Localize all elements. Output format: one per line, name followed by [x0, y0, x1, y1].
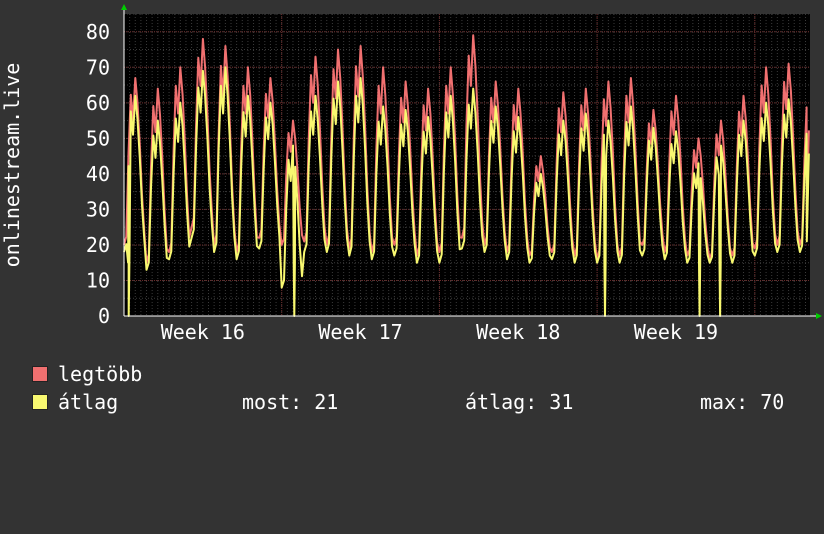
x-tick-label: Week 18	[476, 320, 560, 340]
y-axis-label: onlinestream.live	[0, 63, 24, 268]
stat-now: most: 21	[242, 390, 339, 414]
x-tick-label: Week 16	[161, 320, 245, 340]
stat-average: átlag: 31	[465, 390, 574, 414]
x-tick-label: Week 19	[634, 320, 718, 340]
y-tick-label: 70	[86, 55, 110, 79]
chart: 0 10 20 30 40 50 60 70 80 Week 16 Week 17 Week 18 We…	[0, 4, 822, 340]
y-tick-label: 0	[98, 304, 110, 328]
stat-max: max: 70	[700, 390, 785, 414]
legend-label-max: legtöbb	[58, 362, 143, 386]
y-axis-arrow-icon	[121, 4, 127, 10]
y-tick-label: 30	[86, 197, 110, 221]
legend-item-avg: átlag most: 21 átlag: 31 max: 70	[32, 390, 802, 414]
y-tick-label: 20	[86, 233, 110, 257]
x-tick-label: Week 17	[318, 320, 402, 340]
legend-label-avg: átlag	[58, 390, 119, 414]
y-tick-label: 80	[86, 20, 110, 44]
y-tick-label: 40	[86, 162, 110, 186]
legend-swatch-max	[32, 366, 48, 382]
y-tick-label: 10	[86, 268, 110, 292]
legend-swatch-avg	[32, 394, 48, 410]
legend-item-max: legtöbb	[32, 362, 142, 386]
y-tick-label: 60	[86, 91, 110, 115]
y-tick-label: 50	[86, 126, 110, 150]
x-axis-arrow-icon	[816, 313, 822, 319]
